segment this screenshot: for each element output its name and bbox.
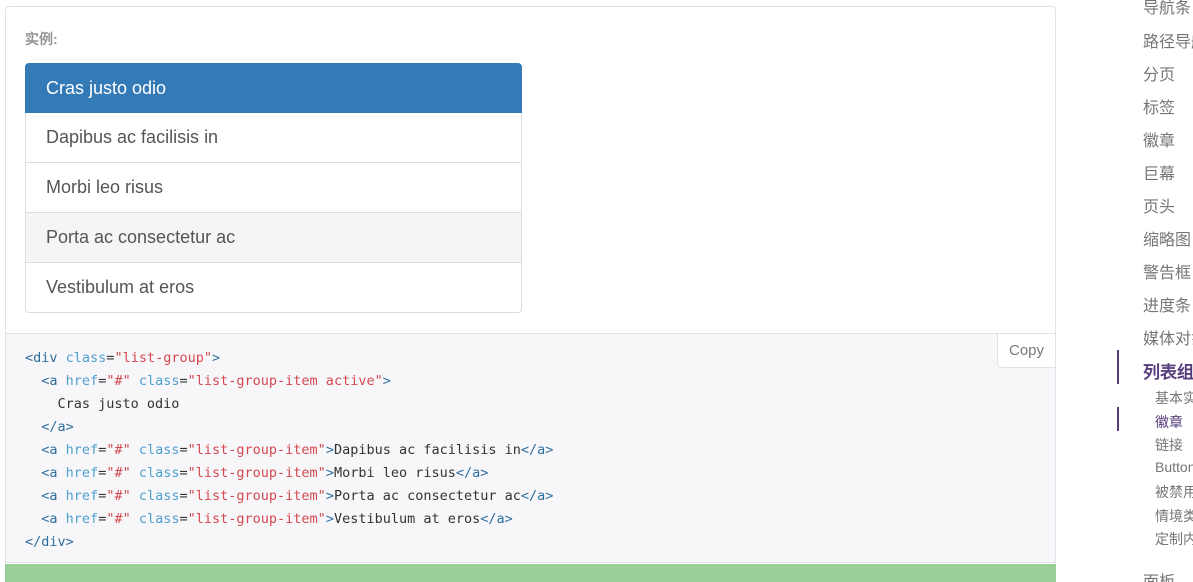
list-group-item[interactable]: Vestibulum at eros <box>25 263 522 313</box>
list-group-item[interactable]: Dapibus ac facilisis in <box>25 113 522 163</box>
copy-button[interactable]: Copy <box>997 333 1056 368</box>
code-token: href <box>65 511 99 527</box>
code-token: > <box>325 488 334 504</box>
code-token: class <box>138 511 180 527</box>
nav-active-indicator <box>1117 350 1119 384</box>
nav-item-media[interactable]: 媒体对象 <box>1143 325 1193 349</box>
code-token: "list-group-item" <box>187 465 326 481</box>
nav-item-labels[interactable]: 标签 <box>1143 94 1175 118</box>
nav-item-navbar[interactable]: 导航条 <box>1143 0 1191 18</box>
code-token: </a> <box>455 465 489 481</box>
nav-item-page-header[interactable]: 页头 <box>1143 193 1175 217</box>
code-token: Morbi leo risus <box>333 465 456 481</box>
nav-subitem-custom-content[interactable]: 定制内容 <box>1155 529 1193 549</box>
code-token: "list-group-item active" <box>187 373 383 389</box>
code-token: </a> <box>480 511 513 527</box>
example-panel: 实例: Cras justo odio Dapibus ac facilisis… <box>5 6 1056 334</box>
list-group: Cras justo odio Dapibus ac facilisis in … <box>25 63 522 313</box>
list-group-item[interactable]: Porta ac consectetur ac <box>25 213 522 263</box>
nav-subitem-links[interactable]: 链接 <box>1155 435 1183 455</box>
nav-item-badges[interactable]: 徽章 <box>1143 127 1175 151</box>
nav-item-alerts[interactable]: 警告框 <box>1143 259 1191 283</box>
code-token: "list-group-item" <box>187 442 326 458</box>
nav-item-list-group[interactable]: 列表组 <box>1143 358 1193 383</box>
code-token: <a <box>41 488 58 504</box>
code-token: > <box>382 373 391 389</box>
code-token: <a <box>41 511 58 527</box>
code-token: Dapibus ac facilisis in <box>333 442 521 458</box>
code-token: class <box>138 465 180 481</box>
code-token: > <box>325 465 334 481</box>
next-section-bar <box>5 564 1056 582</box>
code-block: Copy <div class="list-group"> <a href="#… <box>5 333 1056 563</box>
example-label: 实例: <box>25 31 58 47</box>
nav-item-breadcrumb[interactable]: 路径导航 <box>1143 28 1193 52</box>
code-token: > <box>211 350 221 366</box>
code-listing: <div class="list-group"> <a href="#" cla… <box>25 350 554 550</box>
code-token: </a> <box>41 419 74 435</box>
code-token: "list-group" <box>114 350 212 366</box>
nav-item-thumbnails[interactable]: 缩略图 <box>1143 226 1191 250</box>
code-token: "#" <box>106 511 131 527</box>
nav-subitem-indicator <box>1117 407 1119 431</box>
code-token: "list-group-item" <box>187 511 326 527</box>
code-token: href <box>65 373 99 389</box>
code-token: href <box>65 488 99 504</box>
side-navigation: 导航条 路径导航 分页 标签 徽章 巨幕 页头 缩略图 警告框 进度条 媒体对象… <box>1117 0 1193 582</box>
code-token: > <box>325 511 334 527</box>
code-token: href <box>65 442 99 458</box>
code-token: href <box>65 465 99 481</box>
code-token: class <box>138 488 180 504</box>
nav-subitem-badges[interactable]: 徽章 <box>1155 412 1183 432</box>
code-token: > <box>325 442 334 458</box>
code-token: class <box>65 350 107 366</box>
nav-subitem-contextual[interactable]: 情境类 <box>1155 506 1193 526</box>
code-token: <a <box>41 465 58 481</box>
code-token: <a <box>41 373 58 389</box>
code-token: class <box>138 442 180 458</box>
code-token: "#" <box>106 465 131 481</box>
code-token: </div> <box>25 534 74 550</box>
nav-item-pagination[interactable]: 分页 <box>1143 61 1175 85</box>
code-token: "#" <box>106 488 131 504</box>
list-group-item[interactable]: Morbi leo risus <box>25 163 522 213</box>
code-token: class <box>138 373 180 389</box>
nav-item-jumbotron[interactable]: 巨幕 <box>1143 160 1175 184</box>
code-token: "list-group-item" <box>187 488 326 504</box>
code-token: <a <box>41 442 58 458</box>
code-token: "#" <box>106 373 131 389</box>
code-token: </a> <box>520 442 554 458</box>
list-group-item-active[interactable]: Cras justo odio <box>25 63 522 113</box>
code-token: Cras justo odio <box>57 396 180 412</box>
code-token: <div <box>25 350 58 366</box>
nav-item-panels[interactable]: 面板 <box>1143 568 1175 582</box>
code-token: </a> <box>520 488 554 504</box>
code-token: Vestibulum at eros <box>333 511 481 527</box>
nav-subitem-buttons[interactable]: Button <box>1155 459 1193 475</box>
nav-subitem-disabled[interactable]: 被禁用 <box>1155 482 1193 502</box>
nav-item-progress[interactable]: 进度条 <box>1143 292 1191 316</box>
nav-subitem-basic[interactable]: 基本实例 <box>1155 388 1193 408</box>
code-token: Porta ac consectetur ac <box>333 488 521 504</box>
code-token: "#" <box>106 442 131 458</box>
